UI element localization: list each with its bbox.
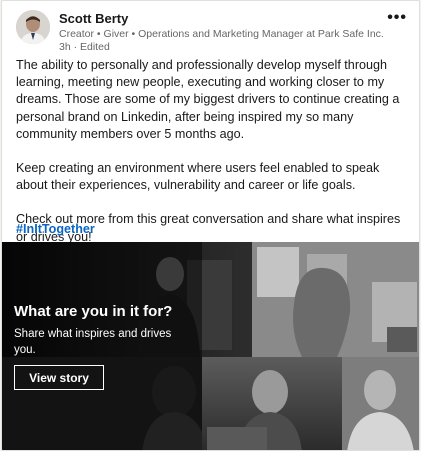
avatar-photo: [16, 10, 50, 44]
author-headline: Creator • Giver • Operations and Marketi…: [59, 28, 384, 40]
post-paragraph: Keep creating an environment where users…: [16, 161, 380, 193]
post-timestamp: 3h · Edited: [59, 41, 110, 53]
story-media[interactable]: What are you in it for? Share what inspi…: [2, 242, 419, 450]
post-header: Scott Berty Creator • Giver • Operations…: [2, 1, 419, 53]
hashtag-link[interactable]: #InItTogether: [16, 222, 95, 236]
post-paragraph: The ability to personally and profession…: [16, 58, 400, 141]
story-subtitle: Share what inspires and drives you.: [14, 328, 172, 356]
more-options-icon[interactable]: •••: [387, 9, 407, 27]
post-card: Scott Berty Creator • Giver • Operations…: [1, 0, 420, 451]
view-story-button[interactable]: View story: [14, 365, 104, 390]
author-name[interactable]: Scott Berty: [59, 11, 128, 26]
author-avatar[interactable]: [16, 10, 50, 44]
story-title: What are you in it for?: [14, 303, 173, 320]
